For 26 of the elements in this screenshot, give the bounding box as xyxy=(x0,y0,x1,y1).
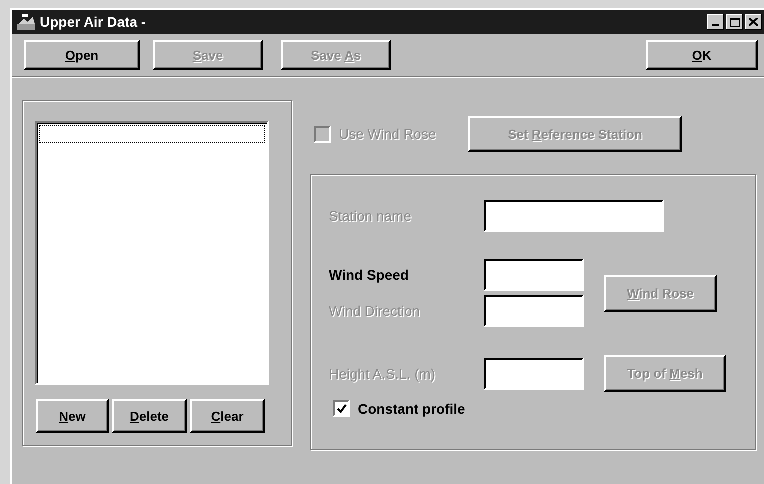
app-icon xyxy=(16,13,36,31)
height-field[interactable] xyxy=(484,358,584,390)
delete-button[interactable]: Delete xyxy=(112,399,187,433)
ok-button[interactable]: OK xyxy=(646,40,758,70)
station-list[interactable] xyxy=(35,121,269,385)
maximize-button[interactable] xyxy=(726,14,743,30)
field-label: Wind Direction xyxy=(329,303,422,319)
field-label: Station name xyxy=(329,208,412,224)
list-row[interactable] xyxy=(39,125,265,143)
clear-button[interactable]: Clear xyxy=(190,399,265,433)
field-label: Wind Speed xyxy=(329,267,410,283)
field-label: Height A.S.L. (m) xyxy=(329,366,437,382)
station-name-field[interactable] xyxy=(484,200,664,232)
minimize-button[interactable] xyxy=(707,14,724,30)
checkbox[interactable] xyxy=(333,400,350,417)
checkbox-label: Use Wind Rose xyxy=(339,126,436,142)
wind-speed-field[interactable] xyxy=(484,259,584,291)
close-button[interactable] xyxy=(745,14,762,30)
new-button[interactable]: New xyxy=(36,399,109,433)
maximize-icon xyxy=(730,18,740,26)
checkbox-label: Constant profile xyxy=(358,400,466,416)
close-icon xyxy=(749,18,758,26)
wind-direction-field[interactable] xyxy=(484,295,584,327)
window-title: Upper Air Data - xyxy=(40,14,146,30)
open-button[interactable]: Open xyxy=(24,40,140,70)
checkmark-icon xyxy=(336,404,346,414)
